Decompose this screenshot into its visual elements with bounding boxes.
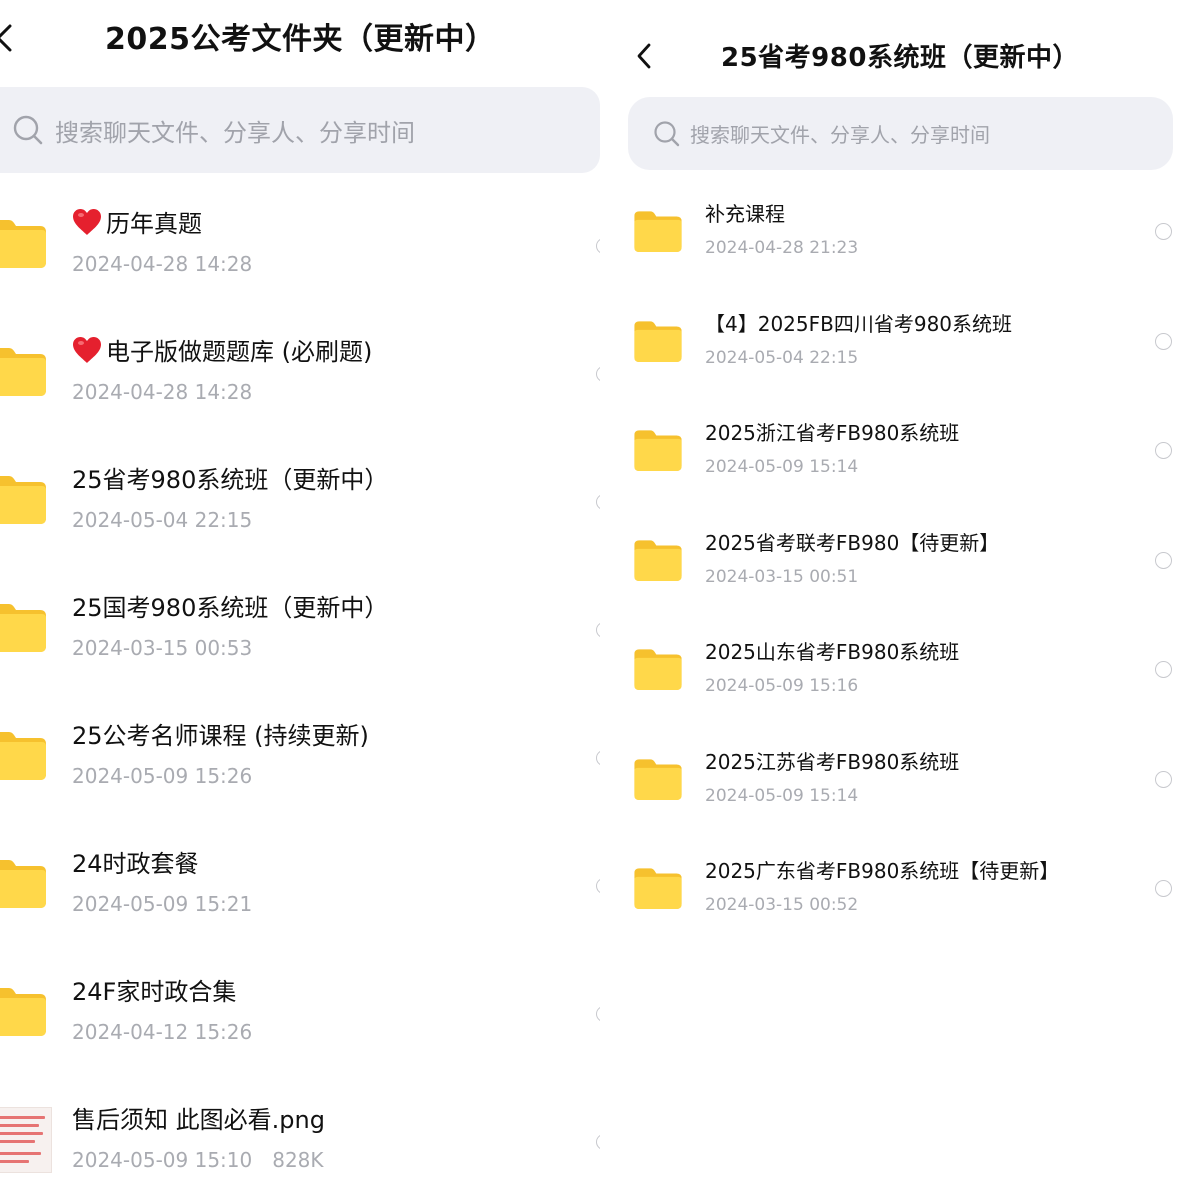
select-radio[interactable] bbox=[596, 366, 600, 382]
folder-icon bbox=[634, 537, 682, 581]
folder-icon bbox=[0, 856, 46, 908]
file-row[interactable]: 25国考980系统班（更新中） 2024-03-15 00:53 bbox=[0, 566, 600, 694]
page-title: 25省考980系统班（更新中） bbox=[721, 43, 1079, 73]
file-date: 2024-05-09 15:26 bbox=[72, 764, 253, 788]
select-radio[interactable] bbox=[1155, 770, 1172, 788]
file-row[interactable]: 24时政套餐 2024-05-09 15:21 bbox=[0, 822, 600, 950]
file-date: 2024-04-28 21:23 bbox=[705, 238, 859, 258]
file-row[interactable]: 2025山东省考FB980系统班 2024-05-09 15:16 bbox=[612, 620, 1200, 730]
file-row[interactable]: 25公考名师课程 (持续更新) 2024-05-09 15:26 bbox=[0, 694, 600, 822]
folder-icon bbox=[634, 427, 682, 471]
search-bar[interactable]: 搜索聊天文件、分享人、分享时间 bbox=[628, 97, 1173, 170]
file-row[interactable]: 售后须知 此图必看.png 2024-05-09 15:10 828K bbox=[0, 1078, 600, 1200]
file-name: 2025山东省考FB980系统班 bbox=[705, 640, 960, 664]
file-row[interactable]: 电子版做题题库 (必刷题) 2024-04-28 14:28 bbox=[0, 310, 600, 438]
file-name: 25省考980系统班（更新中） bbox=[72, 466, 389, 494]
file-name: 24时政套餐 bbox=[72, 850, 199, 878]
file-name: 25国考980系统班（更新中） bbox=[72, 594, 389, 622]
select-radio[interactable] bbox=[596, 238, 600, 254]
select-radio[interactable] bbox=[596, 494, 600, 510]
select-radio[interactable] bbox=[1155, 223, 1172, 240]
search-icon bbox=[13, 115, 43, 145]
file-name: 【4】2025FB四川省考980系统班 bbox=[705, 311, 1013, 336]
select-radio[interactable] bbox=[1155, 880, 1172, 897]
search-placeholder: 搜索聊天文件、分享人、分享时间 bbox=[55, 118, 415, 147]
select-radio[interactable] bbox=[596, 1134, 600, 1150]
back-button[interactable] bbox=[626, 36, 662, 76]
file-date: 2024-04-28 14:28 bbox=[72, 252, 253, 276]
select-radio[interactable] bbox=[596, 1006, 600, 1022]
select-radio[interactable] bbox=[1155, 551, 1172, 569]
file-row[interactable]: 2025省考联考FB980【待更新】 2024-03-15 00:51 bbox=[612, 511, 1200, 621]
file-name: 2025广东省考FB980系统班【待更新】 bbox=[705, 859, 1060, 883]
left-panel: 2025公考文件夹（更新中） 搜索聊天文件、分享人、分享时间 历年真题 2024… bbox=[0, 0, 600, 1200]
file-name: 补充课程 bbox=[705, 202, 785, 226]
file-row[interactable]: 历年真题 2024-04-28 14:28 bbox=[0, 182, 600, 310]
folder-icon bbox=[0, 600, 46, 652]
file-row[interactable]: 2025江苏省考FB980系统班 2024-05-09 15:14 bbox=[612, 730, 1200, 840]
file-date: 2024-05-09 15:10 bbox=[72, 1148, 253, 1172]
file-row[interactable]: 补充课程 2024-04-28 21:23 bbox=[612, 182, 1200, 292]
select-radio[interactable] bbox=[1155, 442, 1172, 459]
folder-icon bbox=[0, 728, 46, 780]
file-row[interactable]: 2025浙江省考FB980系统班 2024-05-09 15:14 bbox=[612, 401, 1200, 511]
select-radio[interactable] bbox=[1155, 661, 1172, 678]
search-icon bbox=[654, 120, 680, 146]
file-name: 历年真题 bbox=[72, 206, 202, 242]
file-name: 2025江苏省考FB980系统班 bbox=[705, 749, 960, 774]
file-date: 2024-05-09 15:14 bbox=[705, 457, 859, 477]
select-radio[interactable] bbox=[596, 750, 600, 766]
file-name: 2025省考联考FB980【待更新】 bbox=[705, 530, 1000, 555]
file-row[interactable]: 25省考980系统班（更新中） 2024-05-04 22:15 bbox=[0, 438, 600, 566]
folder-icon bbox=[634, 865, 682, 909]
heart-icon bbox=[73, 209, 101, 235]
file-name: 2025浙江省考FB980系统班 bbox=[705, 421, 960, 445]
file-name: 25公考名师课程 (持续更新) bbox=[72, 722, 369, 750]
select-radio[interactable] bbox=[596, 878, 600, 894]
select-radio[interactable] bbox=[596, 622, 600, 638]
file-meta: 2024-05-09 15:10 828K bbox=[72, 1144, 324, 1176]
file-name: 24F家时政合集 bbox=[72, 978, 237, 1006]
file-date: 2024-05-04 22:15 bbox=[705, 347, 859, 368]
file-date: 2024-03-15 00:51 bbox=[705, 566, 859, 587]
file-date: 2024-05-09 15:14 bbox=[705, 785, 859, 806]
folder-icon bbox=[634, 756, 682, 800]
file-row[interactable]: 2025广东省考FB980系统班【待更新】 2024-03-15 00:52 bbox=[612, 839, 1200, 949]
file-name: 电子版做题题库 (必刷题) bbox=[72, 334, 372, 370]
folder-icon bbox=[634, 318, 682, 362]
folder-icon bbox=[0, 472, 46, 524]
folder-icon bbox=[0, 216, 46, 268]
page-title: 2025公考文件夹（更新中） bbox=[105, 22, 496, 57]
file-size: 828K bbox=[272, 1148, 324, 1172]
select-radio[interactable] bbox=[1155, 332, 1172, 350]
file-date: 2024-03-15 00:52 bbox=[705, 895, 859, 915]
file-date: 2024-05-09 15:21 bbox=[72, 892, 253, 916]
file-date: 2024-03-15 00:53 bbox=[72, 636, 253, 660]
file-date: 2024-04-28 14:28 bbox=[72, 380, 253, 404]
file-row[interactable]: 24F家时政合集 2024-04-12 15:26 bbox=[0, 950, 600, 1078]
file-list: 补充课程 2024-04-28 21:23 【4】2025FB四川省考980系统… bbox=[612, 182, 1200, 949]
search-placeholder: 搜索聊天文件、分享人、分享时间 bbox=[690, 123, 990, 147]
search-bar[interactable]: 搜索聊天文件、分享人、分享时间 bbox=[0, 87, 600, 173]
file-date: 2024-05-09 15:16 bbox=[705, 676, 859, 696]
chevron-left-icon bbox=[0, 24, 12, 52]
heart-icon bbox=[73, 337, 101, 363]
chevron-left-icon bbox=[637, 43, 651, 69]
folder-icon bbox=[634, 646, 682, 690]
file-date: 2024-05-04 22:15 bbox=[72, 508, 253, 532]
image-thumbnail-icon bbox=[0, 1107, 52, 1173]
back-button[interactable] bbox=[0, 18, 22, 58]
file-date: 2024-04-12 15:26 bbox=[72, 1020, 253, 1044]
folder-icon bbox=[634, 208, 682, 252]
file-name: 售后须知 此图必看.png bbox=[72, 1106, 325, 1134]
file-list: 历年真题 2024-04-28 14:28 电子版做题题库 (必刷题) 2024… bbox=[0, 182, 600, 1200]
right-panel: 25省考980系统班（更新中） 搜索聊天文件、分享人、分享时间 补充课程 202… bbox=[612, 0, 1200, 1200]
folder-icon bbox=[0, 344, 46, 396]
file-row[interactable]: 【4】2025FB四川省考980系统班 2024-05-04 22:15 bbox=[612, 292, 1200, 402]
folder-icon bbox=[0, 984, 46, 1036]
